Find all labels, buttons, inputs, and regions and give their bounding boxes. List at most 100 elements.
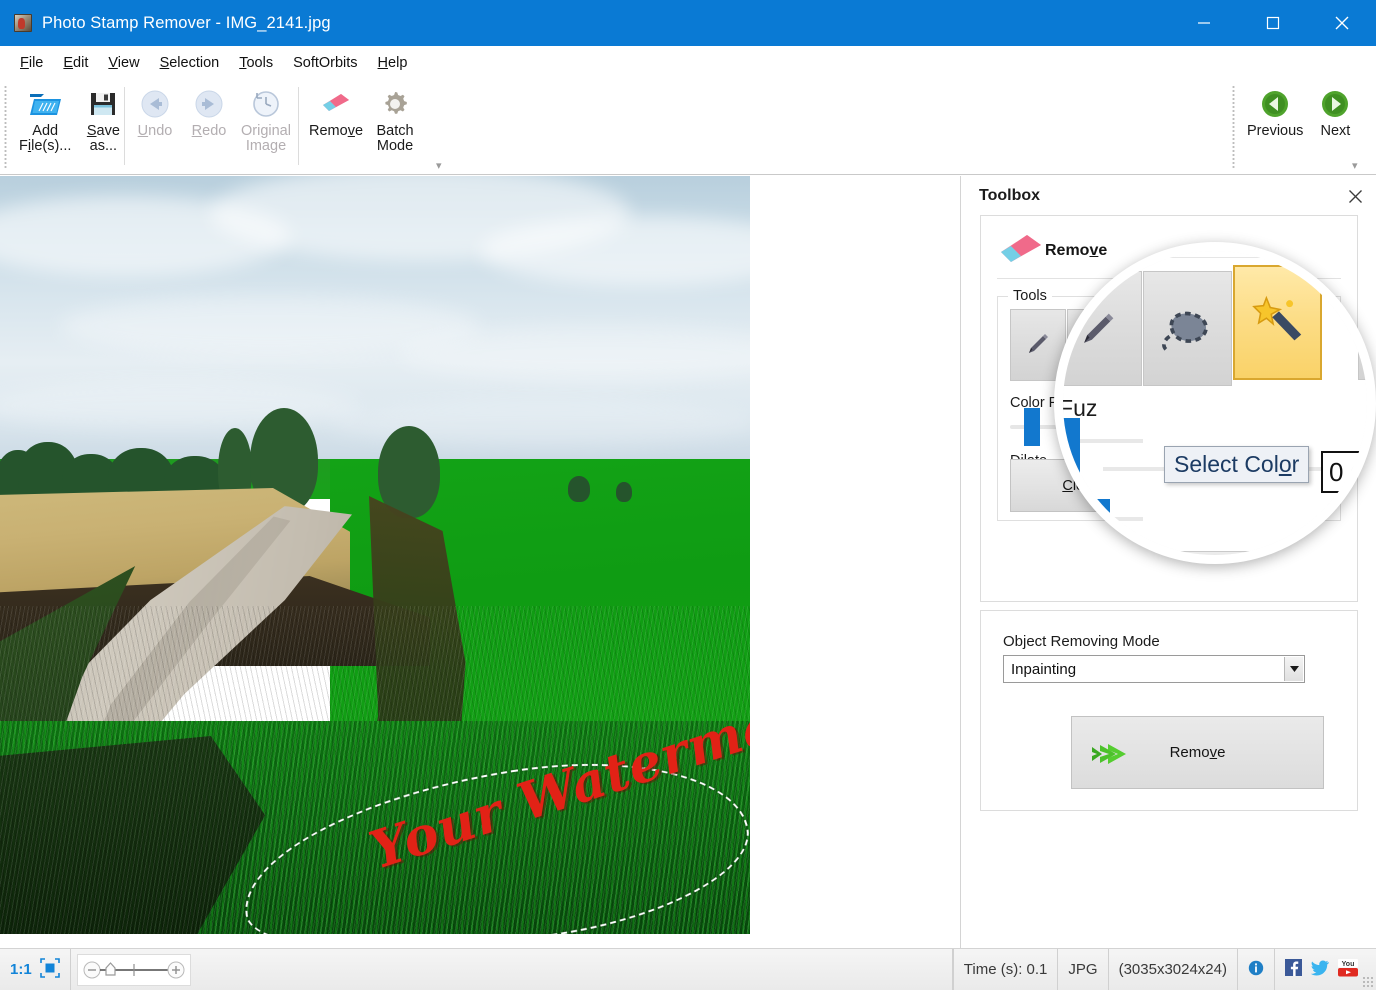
select-color-tooltip: Select Color (1164, 446, 1310, 483)
redo-button[interactable]: Redo (182, 83, 236, 139)
maximize-button[interactable] (1238, 0, 1307, 46)
minimize-button[interactable] (1169, 0, 1238, 46)
pencil-icon (1025, 331, 1051, 360)
ribbon-group-actions: Remove Batch Mode ▾ (304, 83, 442, 172)
undo-button[interactable]: Undo (128, 83, 182, 139)
object-removing-panel: Object Removing Mode Inpainting Remove (980, 610, 1358, 811)
menu-item-edit[interactable]: Edit (53, 51, 98, 75)
undo-label: Undo (137, 123, 173, 139)
ribbon-drag-handle-left[interactable] (4, 85, 7, 169)
magnified-color-fuzz-value-text: 0 (1329, 457, 1344, 487)
redo-label: Redo (191, 123, 227, 139)
previous-label: Previous (1247, 123, 1304, 139)
object-removing-mode-label: Object Removing Mode (1003, 633, 1160, 650)
magnified-dilate-thumb[interactable] (1085, 499, 1110, 555)
chevron-down-icon[interactable] (1284, 657, 1303, 681)
ribbon-separator-2 (298, 87, 299, 165)
original-image-label-line2: Image (245, 138, 287, 154)
ribbon-group-history: Undo Redo Original Image (128, 83, 296, 171)
object-removing-mode-value: Inpainting (1011, 660, 1077, 678)
menu-item-file[interactable]: File (10, 51, 53, 75)
toolbox-close-icon[interactable] (1343, 185, 1367, 207)
facebook-icon[interactable] (1285, 959, 1302, 980)
batch-mode-label-line1: Batch (376, 123, 414, 139)
remove-action-label: Remove (1169, 744, 1226, 761)
app-icon (14, 14, 32, 32)
menu-item-view[interactable]: View (98, 51, 149, 75)
clock-history-icon (251, 87, 281, 121)
menu-bar: File Edit View Selection Tools SoftOrbit… (0, 46, 1376, 79)
magnified-lasso-tool[interactable] (1143, 271, 1232, 386)
menu-item-softorbits[interactable]: SoftOrbits (283, 51, 367, 75)
magnified-pencil-tool[interactable] (1063, 271, 1142, 386)
gear-icon (380, 87, 410, 121)
time-indicator: Time (s): 0.1 (952, 948, 1059, 990)
ribbon-expander-right[interactable]: ▾ (1352, 159, 1358, 172)
add-files-button[interactable]: Add File(s)... (14, 83, 76, 154)
original-image-button[interactable]: Original Image (236, 83, 296, 154)
tools-group-label: Tools (1008, 288, 1052, 304)
add-files-label-line1: Add (32, 123, 59, 139)
dimensions-indicator: (3035x3024x24) (1109, 948, 1238, 990)
add-files-label-line2: File(s)... (19, 138, 72, 154)
batch-mode-label-line2: Mode (376, 138, 414, 154)
magnifier-lens: r Fuz te 0 2 (1054, 242, 1376, 564)
ribbon-separator-1 (124, 87, 125, 165)
toolbox-title: Toolbox (979, 187, 1041, 204)
application-window: Photo Stamp Remover - IMG_2141.jpg File … (0, 0, 1376, 990)
save-as-label-line1: Save (86, 123, 120, 139)
status-filler (197, 948, 953, 990)
remove-action-button[interactable]: Remove (1071, 716, 1324, 789)
close-button[interactable] (1307, 0, 1376, 46)
eraser-icon (997, 230, 1045, 273)
menu-item-help[interactable]: Help (368, 51, 418, 75)
magnified-magic-wand-tool[interactable] (1233, 265, 1322, 380)
twitter-icon[interactable] (1310, 960, 1330, 980)
photo-image[interactable]: Your Watermark (0, 176, 750, 934)
magnifier-lens-content: r Fuz te 0 2 (1063, 251, 1367, 555)
save-as-button[interactable]: Save as... (76, 83, 130, 154)
save-as-label-line2: as... (89, 138, 118, 154)
info-button[interactable] (1238, 948, 1275, 990)
toolbox-panel: Toolbox Remove Tools (960, 176, 1376, 948)
object-removing-mode-select[interactable]: Inpainting (1003, 655, 1305, 683)
svg-text:You: You (1342, 961, 1355, 968)
next-button[interactable]: Next (1308, 83, 1362, 139)
scale-indicator[interactable]: 1:1 (0, 949, 36, 990)
green-right-arrow-icon (1320, 87, 1350, 121)
social-links: You (1275, 949, 1376, 990)
scale-label: 1:1 (10, 961, 32, 978)
resize-grip[interactable] (1362, 976, 1374, 988)
remove-ribbon-label: Remove (309, 123, 364, 139)
ribbon-drag-handle-right[interactable] (1232, 85, 1235, 169)
floppy-disk-icon (89, 87, 117, 121)
magnified-color-fuzz-value[interactable]: 0 (1321, 451, 1367, 493)
window-controls (1169, 0, 1376, 46)
menu-item-selection[interactable]: Selection (150, 51, 230, 75)
eraser-icon (318, 87, 354, 121)
image-canvas-area[interactable]: Your Watermark (0, 176, 960, 948)
zoom-slider[interactable] (76, 953, 191, 986)
green-left-arrow-icon (1260, 87, 1290, 121)
youtube-icon[interactable]: You (1338, 958, 1358, 981)
original-image-label-line1: Original (241, 123, 291, 139)
redo-arrow-icon (194, 87, 224, 121)
undo-arrow-icon (140, 87, 170, 121)
menu-item-tools[interactable]: Tools (229, 51, 283, 75)
color-fuzz-thumb[interactable] (1024, 408, 1040, 446)
select-color-tooltip-text: Select Color (1174, 451, 1300, 477)
batch-mode-button[interactable]: Batch Mode (368, 83, 422, 154)
magnified-dilate-value[interactable]: 2 (1351, 503, 1373, 543)
magnified-dilate-value-text: 2 (1359, 507, 1373, 534)
format-indicator: JPG (1058, 948, 1109, 990)
title-bar: Photo Stamp Remover - IMG_2141.jpg (0, 0, 1376, 46)
previous-button[interactable]: Previous (1242, 83, 1308, 139)
remove-ribbon-button[interactable]: Remove (304, 83, 368, 139)
next-label: Next (1320, 123, 1351, 139)
magnified-clone-stamp-tool[interactable] (1358, 265, 1367, 380)
open-folder-icon (28, 87, 62, 121)
status-bar: 1:1 Time (s): 0.1 JPG (3035x3024x24) You (0, 948, 1376, 990)
ribbon-group-file: Add File(s)... Save as... (14, 83, 130, 171)
ribbon-toolbar: Add File(s)... Save as... Undo Redo Orig… (0, 79, 1376, 175)
fit-to-screen-button[interactable] (36, 948, 71, 990)
